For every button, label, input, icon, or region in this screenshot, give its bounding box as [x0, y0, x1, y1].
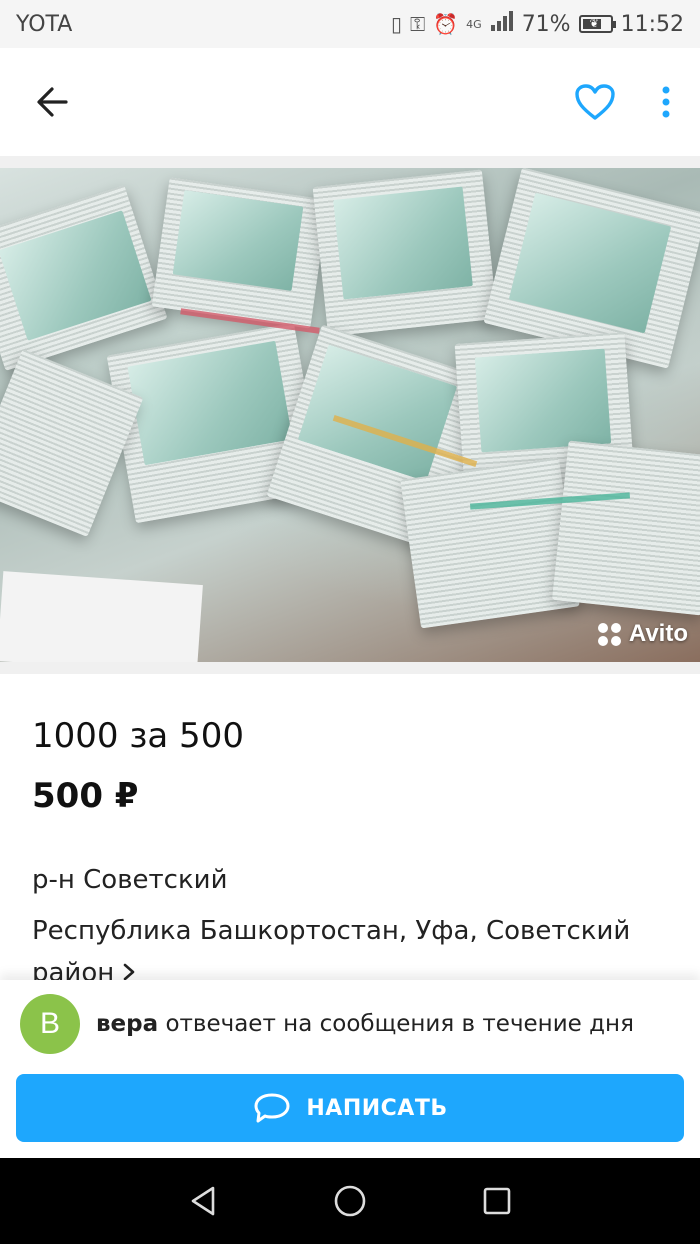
divider: [0, 662, 700, 674]
listing-title: 1000 за 500: [32, 716, 244, 756]
network-type-label: 4G: [466, 17, 482, 31]
listing-photo[interactable]: Avito: [0, 168, 700, 662]
app-bar: [0, 48, 700, 156]
banknote: [333, 186, 473, 300]
clock: 11:52: [620, 11, 684, 37]
listing-district: р-н Советский: [32, 865, 228, 895]
write-message-button[interactable]: НАПИСАТЬ: [16, 1074, 684, 1142]
avatar: В: [20, 994, 80, 1054]
triangle-back-icon: [191, 1186, 214, 1216]
watermark-text: Avito: [628, 620, 688, 647]
favorite-button[interactable]: [574, 83, 616, 121]
carrier-label: YOTA: [16, 11, 73, 37]
more-vertical-icon: [662, 86, 670, 118]
listing-price: 500 ₽: [32, 776, 139, 816]
seller-name: вера: [96, 1011, 159, 1037]
seller-response-text: вера отвечает на сообщения в течение дня: [96, 1011, 634, 1037]
seller-panel: В вера отвечает на сообщения в течение д…: [0, 980, 700, 1158]
write-label: НАПИСАТЬ: [306, 1095, 448, 1121]
chat-bubble-icon: [254, 1093, 290, 1123]
status-bar: YOTA ▯ ⚿ ⏰ 4G 71% ❦ 11:52: [0, 0, 700, 48]
app-bar-actions: [574, 83, 672, 121]
avito-logo-icon: [597, 622, 621, 646]
listing-details: 1000 за 500 500 ₽ р-н Советский Республи…: [32, 712, 672, 995]
system-nav-bar: [0, 1158, 700, 1244]
arrow-left-icon: [37, 87, 68, 117]
nav-home-button[interactable]: [333, 1184, 367, 1218]
banknote: [172, 190, 304, 291]
battery-percent: 71%: [521, 11, 571, 37]
circle-home-icon: [334, 1185, 366, 1217]
heart-outline-icon: [575, 84, 615, 120]
paper-sheet: [0, 571, 203, 662]
money-stack: [400, 457, 580, 629]
key-icon: ⚿: [410, 12, 426, 36]
nav-recents-button[interactable]: [482, 1186, 512, 1216]
more-menu-button[interactable]: [660, 85, 672, 119]
avito-watermark: Avito: [597, 620, 688, 648]
banknote: [474, 348, 612, 453]
seller-info[interactable]: В вера отвечает на сообщения в течение д…: [20, 994, 634, 1054]
status-icons: ▯ ⚿ ⏰ 4G 71% ❦ 11:52: [391, 11, 684, 37]
signal-icon: [490, 11, 514, 37]
battery-icon: ❦: [578, 15, 616, 33]
square-recents-icon: [484, 1187, 511, 1215]
money-stack: [552, 440, 700, 616]
nav-back-button[interactable]: [188, 1185, 218, 1217]
response-time: отвечает на сообщения в течение дня: [158, 1011, 634, 1037]
alarm-icon: ⏰: [433, 12, 459, 36]
back-button[interactable]: [34, 84, 70, 120]
vibrate-icon: ▯: [391, 12, 403, 36]
divider: [0, 156, 700, 168]
